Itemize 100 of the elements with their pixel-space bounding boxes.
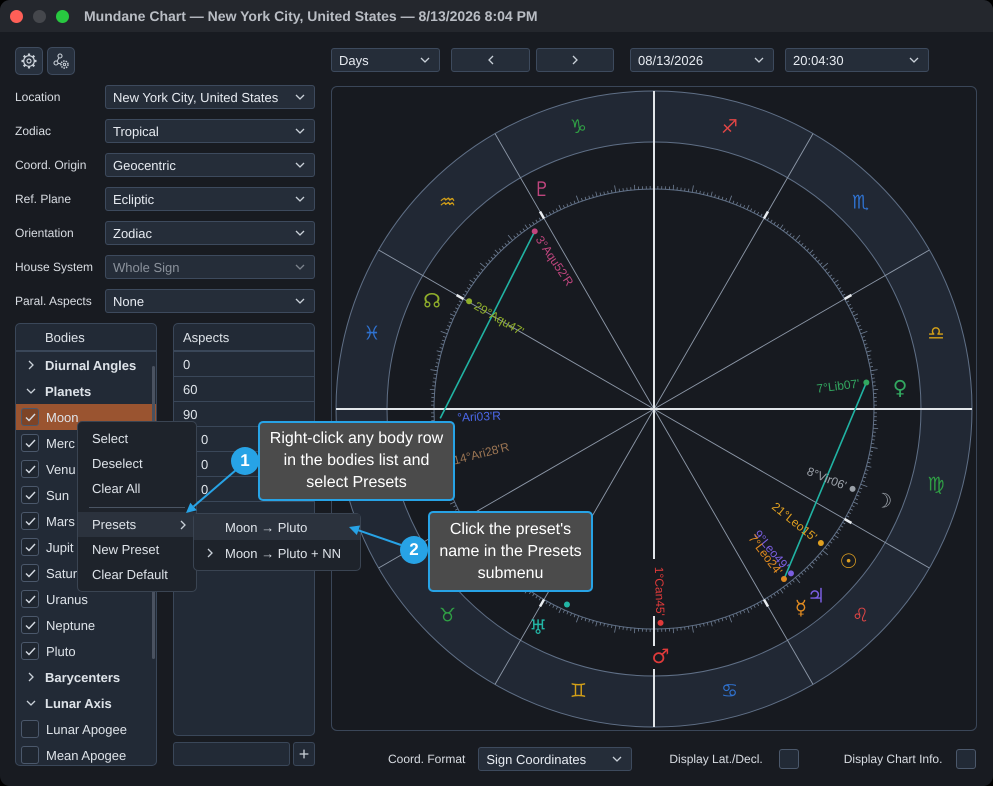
period-dropdown[interactable]: Days xyxy=(331,48,440,72)
dropdown[interactable]: Ecliptic xyxy=(105,187,315,211)
checkmark-icon xyxy=(24,438,36,448)
chevron-icon xyxy=(178,520,188,530)
chevron-icon xyxy=(295,160,305,170)
checkmark-icon xyxy=(24,516,36,526)
position-label: 1°Can45' xyxy=(652,566,668,616)
zodiac-sign: ♐ xyxy=(721,116,738,138)
dropdown[interactable]: Tropical xyxy=(105,119,315,143)
body-item[interactable]: Mars xyxy=(46,514,75,528)
checkmark-icon xyxy=(24,490,36,500)
aspect-value[interactable]: 60 xyxy=(183,382,198,396)
aspect-value[interactable]: 0 xyxy=(201,456,208,472)
checkmark-icon xyxy=(24,542,36,552)
checkbox[interactable] xyxy=(21,590,39,608)
time-dropdown[interactable]: 20:04:30 xyxy=(785,48,929,72)
body-item[interactable]: Merc xyxy=(46,436,75,450)
checkbox[interactable] xyxy=(21,408,39,426)
settings-button[interactable] xyxy=(15,47,43,75)
planet-glyph: ☿ xyxy=(794,596,808,620)
field-label: Display Lat./Decl. xyxy=(669,752,763,766)
checkmark-icon xyxy=(24,646,36,656)
checkbox[interactable] xyxy=(21,616,39,634)
arrow xyxy=(349,526,402,546)
planet-glyph: ♂ xyxy=(652,644,670,668)
window-control[interactable] xyxy=(56,10,69,22)
chevron-icon xyxy=(295,194,305,204)
date-dropdown[interactable]: 08/13/2026 xyxy=(630,48,774,72)
body-item[interactable]: Lunar Apogee xyxy=(46,722,127,736)
menu-item[interactable]: Clear Default xyxy=(78,562,196,587)
chart-settings-button[interactable] xyxy=(47,47,75,75)
callout: Click the preset's name in the Presets submenu xyxy=(428,511,593,592)
menu-item[interactable]: Deselect xyxy=(78,451,196,476)
dropdown[interactable]: None xyxy=(105,289,315,313)
body-item[interactable]: Moon xyxy=(46,410,79,424)
field-label: House System xyxy=(15,260,94,274)
checkbox[interactable] xyxy=(21,564,39,582)
chevron-icon xyxy=(754,55,764,65)
add-button[interactable]: + xyxy=(293,742,315,766)
chevron-icon xyxy=(909,55,919,65)
body-item[interactable]: Venu xyxy=(46,462,76,476)
planet-glyph: ☊ xyxy=(423,288,441,313)
checkmark-icon xyxy=(24,568,36,578)
position-label: 7°Lib07' xyxy=(816,376,860,396)
group-item[interactable]: Lunar Axis xyxy=(45,696,112,710)
coord-format-dropdown[interactable]: Sign Coordinates xyxy=(478,747,632,771)
aspect-value[interactable]: 90 xyxy=(183,406,198,422)
menu-item[interactable]: New Preset xyxy=(78,537,196,562)
menu-item[interactable]: Presets xyxy=(78,512,196,537)
field-label: Ref. Plane xyxy=(15,192,72,206)
menu-item[interactable]: Clear All xyxy=(78,476,196,501)
planet-glyph: ♅ xyxy=(529,615,547,640)
checkbox[interactable] xyxy=(21,720,39,738)
aspect-value[interactable]: 0 xyxy=(201,432,208,446)
aspect-value[interactable]: 0 xyxy=(183,356,190,372)
checkbox[interactable] xyxy=(21,434,39,452)
checkbox[interactable] xyxy=(21,538,39,556)
window-control[interactable] xyxy=(10,10,23,22)
checkbox[interactable] xyxy=(21,460,39,478)
planet-glyph: ♃ xyxy=(807,583,826,608)
zodiac-sign: ♍ xyxy=(928,474,945,496)
body-item[interactable]: Mean Apogee xyxy=(46,748,126,762)
zodiac-sign: ♑ xyxy=(570,116,587,138)
body-item[interactable]: Neptune xyxy=(46,618,96,632)
checkbox[interactable] xyxy=(21,642,39,660)
dropdown[interactable]: Geocentric xyxy=(105,153,315,177)
input-field[interactable] xyxy=(173,742,290,766)
dropdown[interactable]: Zodiac xyxy=(105,221,315,245)
body-item[interactable]: Uranus xyxy=(46,592,88,606)
group-item[interactable]: Diurnal Angles xyxy=(45,358,136,372)
planet-glyph: ♇ xyxy=(532,176,551,201)
checkbox[interactable] xyxy=(21,512,39,530)
field-label: Zodiac xyxy=(15,124,52,138)
body-item[interactable]: Jupit xyxy=(46,540,74,554)
checkbox[interactable] xyxy=(21,486,39,504)
dropdown[interactable]: New York City, United States xyxy=(105,85,315,109)
chevron-icon xyxy=(420,55,430,65)
aspect-value[interactable]: 0 xyxy=(201,482,208,496)
group-item[interactable]: Barycenters xyxy=(45,670,120,684)
zodiac-sign: ♋ xyxy=(721,680,738,702)
menu-item[interactable]: Moon → Pluto xyxy=(194,514,360,540)
zodiac-sign: ♎ xyxy=(928,322,945,344)
field-label: Orientation xyxy=(15,226,75,240)
chevron-icon xyxy=(295,296,305,306)
checkmark-icon xyxy=(24,620,36,630)
checkmark-icon xyxy=(24,412,36,422)
checkbox[interactable] xyxy=(956,749,976,769)
checkbox[interactable] xyxy=(21,746,39,764)
column-header: Bodies xyxy=(45,330,85,344)
body-item[interactable]: Satur xyxy=(46,566,78,580)
body-item[interactable]: Pluto xyxy=(46,644,76,658)
body-item[interactable]: Sun xyxy=(46,488,70,502)
chevron-icon xyxy=(295,92,305,102)
chevron-icon xyxy=(295,262,305,272)
group-item[interactable]: Planets xyxy=(45,384,92,398)
menu-item[interactable]: Moon → Pluto + NN xyxy=(194,540,360,566)
checkbox[interactable] xyxy=(778,749,799,769)
zodiac-sign: ♏ xyxy=(852,192,869,214)
planet-glyph: ♀ xyxy=(892,375,908,400)
chevron-icon xyxy=(295,126,305,136)
